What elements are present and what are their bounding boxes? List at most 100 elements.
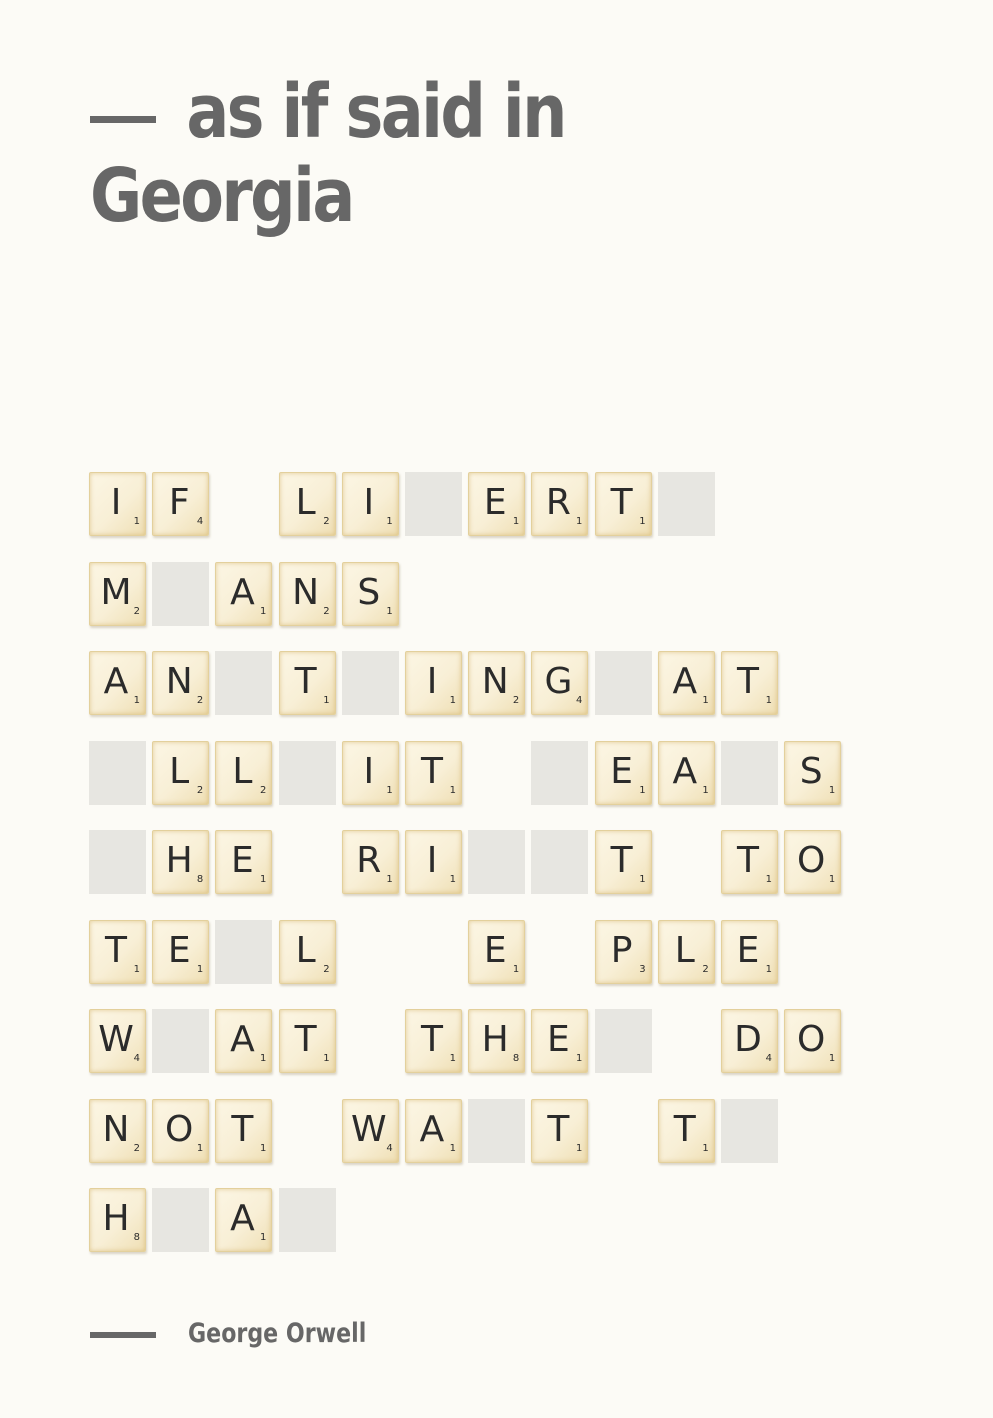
tile-points: 1 [828,1053,836,1064]
letter-tile: O1 [152,1098,210,1163]
letter-tile: T1 [278,1009,336,1073]
tile-points: 1 [386,605,393,617]
blank-square [721,740,778,805]
letter-tile: T1 [721,651,778,715]
tile-points: 1 [449,1142,456,1154]
tile-points: 1 [196,963,204,975]
letter-tile: R1 [531,472,589,536]
tile-points: 4 [386,1142,393,1154]
letter-tile: L2 [215,740,273,805]
scrabble-tile-board: I1F4L2I1E1R1T1M2A1N2S1A1N2T1I1N2G4A1T1L2… [0,0,993,1418]
tile-points: 8 [196,874,204,885]
letter-tile: O1 [784,1009,842,1073]
tile-points: 1 [765,695,772,706]
blank-square [468,1098,526,1163]
letter-tile: T1 [89,919,146,984]
blank-square [152,561,210,626]
tile-points: 3 [639,963,646,975]
letter-tile: T1 [531,1098,589,1163]
letter-tile: G4 [531,651,589,715]
tile-points: 1 [133,695,140,706]
tile-points: 1 [576,1053,583,1064]
letter-tile: H8 [152,830,210,894]
tile-points: 2 [196,695,204,706]
tile-points: 1 [828,784,836,796]
tile-points: 2 [323,963,330,975]
tile-points: 4 [196,516,204,527]
tile-points: 2 [133,605,140,617]
tile-points: 1 [576,1142,583,1154]
tile-points: 1 [512,963,520,975]
letter-tile: E1 [468,472,526,536]
tile-points: 2 [323,516,330,527]
letter-tile: T1 [594,830,652,894]
letter-tile: R1 [341,830,399,894]
letter-tile: E1 [721,919,778,984]
tile-points: 1 [260,1142,267,1154]
letter-tile: N2 [468,651,526,715]
tile-points: 1 [323,1053,330,1064]
letter-tile: D4 [721,1009,778,1073]
tile-points: 1 [260,605,267,617]
letter-tile: A1 [405,1098,462,1163]
tile-points: 1 [449,1053,456,1064]
letter-tile: T1 [657,1098,715,1163]
letter-tile: T1 [721,830,778,894]
tile-points: 1 [196,1142,204,1154]
letter-tile: A1 [215,561,273,626]
letter-tile: H8 [89,1188,146,1252]
tile-points: 1 [133,963,140,975]
blank-square [721,1098,778,1163]
blank-square [594,1009,652,1073]
letter-tile: E1 [531,1009,589,1073]
tile-points: 8 [133,1232,140,1243]
tile-points: 1 [765,963,772,975]
tile-points: 1 [639,874,646,885]
tile-points: 1 [133,516,140,527]
letter-tile: E1 [152,919,210,984]
letter-tile: L2 [278,919,336,984]
letter-tile: I1 [89,472,146,536]
tile-points: 1 [323,695,330,706]
letter-tile: T1 [405,1009,462,1073]
tile-points: 1 [702,695,709,706]
blank-square [531,830,589,894]
tile-points: 1 [449,695,456,706]
letter-tile: H8 [468,1009,526,1073]
tile-points: 2 [702,963,709,975]
tile-points: 1 [765,874,772,885]
tile-points: 2 [323,605,330,617]
tile-points: 1 [386,516,393,527]
blank-square [89,740,146,805]
blank-square [152,1009,210,1073]
tile-points: 1 [260,1053,267,1064]
tile-points: 1 [512,516,520,527]
tile-points: 4 [133,1053,140,1064]
blank-square [152,1188,210,1252]
letter-tile: N2 [152,651,210,715]
letter-tile: A1 [657,740,715,805]
tile-points: 8 [512,1053,520,1064]
letter-tile: S1 [784,740,842,805]
tile-points: 1 [449,784,456,796]
tile-points: 2 [512,695,520,706]
blank-square [278,740,336,805]
tile-points: 1 [828,874,836,885]
blank-square [215,651,273,715]
letter-tile: I1 [405,651,462,715]
author-dash [90,1332,156,1338]
letter-tile: N2 [89,1098,146,1163]
tile-points: 2 [260,784,267,796]
letter-tile: F4 [152,472,210,536]
letter-tile: O1 [784,830,842,894]
tile-points: 1 [260,1232,267,1243]
letter-tile: T1 [215,1098,273,1163]
letter-tile: A1 [215,1009,273,1073]
letter-tile: W4 [341,1098,399,1163]
tile-points: 1 [576,516,583,527]
blank-square [468,830,526,894]
tile-points: 1 [702,1142,709,1154]
letter-tile: L2 [278,472,336,536]
letter-tile: I1 [341,740,399,805]
tile-points: 4 [765,1053,772,1064]
